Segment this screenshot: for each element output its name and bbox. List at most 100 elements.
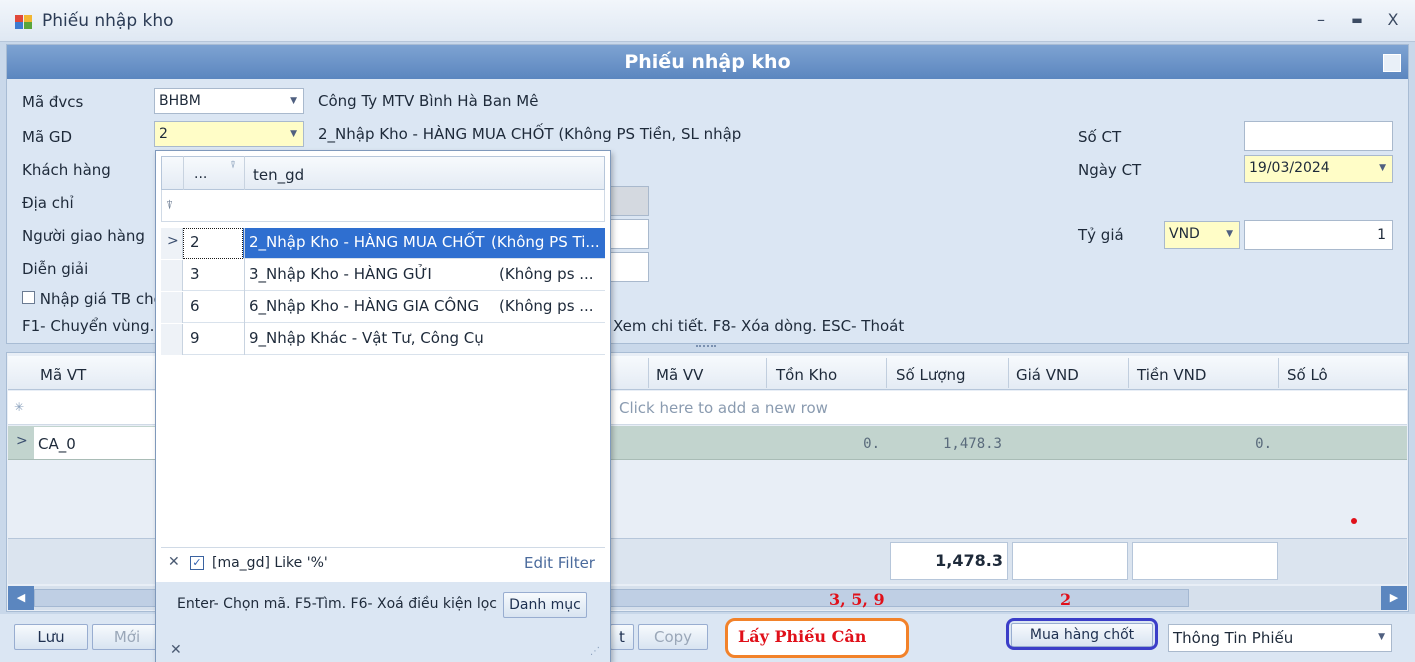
red-dot-mark: [1351, 518, 1357, 524]
dropdown-hint: Enter- Chọn mã. F5-Tìm. F6- Xoá điều kiệ…: [177, 596, 497, 612]
col-divider: [648, 358, 649, 388]
maximize-button[interactable]: ▬: [1342, 8, 1372, 32]
chevron-down-icon: ▼: [1379, 163, 1386, 173]
thong-tin-phieu-value: Thông Tin Phiếu: [1173, 629, 1294, 647]
scroll-right-icon[interactable]: ▶: [1381, 586, 1407, 610]
col-so-luong[interactable]: Số Lượng: [896, 366, 966, 384]
chevron-down-icon: ▼: [1226, 229, 1233, 239]
dropdown-col-name[interactable]: ten_gd: [253, 166, 304, 184]
total-gia-vnd: [1012, 542, 1128, 580]
ma-vt-value: CA_0: [38, 435, 76, 453]
col-divider: [886, 358, 887, 388]
resize-grip-icon[interactable]: ⋰: [590, 646, 600, 657]
hotkeys-left: F1- Chuyển vùng.: [22, 317, 155, 335]
lay-phieu-can-button[interactable]: Lấy Phiếu Cân: [738, 627, 866, 646]
col-divider: [1278, 358, 1279, 388]
chevron-down-icon: ▼: [1378, 632, 1385, 642]
chevron-down-icon: ▼: [290, 129, 297, 139]
ma-gd-label: Mã GD: [22, 128, 73, 146]
dropdown-item-3[interactable]: 3 3_Nhập Kho - HÀNG GỬI (Không ps ...: [183, 260, 605, 291]
splitter-handle[interactable]: [696, 345, 716, 349]
copy-button[interactable]: Copy: [638, 624, 708, 650]
ma-dvcs-combo[interactable]: BHBM ▼: [154, 88, 304, 114]
new-row-icon: ✳: [14, 400, 25, 414]
minimize-button[interactable]: –: [1306, 8, 1336, 32]
nhap-gia-checkbox[interactable]: [22, 291, 35, 304]
currency-value: VND: [1169, 226, 1200, 242]
filter-checkbox[interactable]: ✓: [190, 556, 204, 570]
dropdown-filter-row[interactable]: [161, 190, 605, 222]
new-button[interactable]: Mới: [92, 624, 162, 650]
app-icon: [15, 15, 32, 29]
ma-gd-desc: 2_Nhập Kho - HÀNG MUA CHỐT (Không PS Tiề…: [318, 125, 742, 143]
code-text: 6: [190, 297, 200, 315]
dropdown-item-9[interactable]: 9 9_Nhập Khác - Vật Tư, Công Cụ: [183, 324, 605, 355]
ngay-ct-combo[interactable]: 19/03/2024 ▼: [1244, 155, 1393, 183]
hotkeys-right: Xem chi tiết. F8- Xóa dòng. ESC- Thoát: [613, 317, 905, 335]
code-text: 3: [190, 265, 200, 283]
col-so-lo[interactable]: Số Lô: [1287, 366, 1328, 384]
dien-giai-label: Diễn giải: [22, 260, 89, 278]
nhap-gia-checkbox-row[interactable]: Nhập giá TB cho: [22, 290, 163, 308]
thong-tin-phieu-combo[interactable]: Thông Tin Phiếu ▼: [1168, 624, 1392, 652]
so-luong-value: 1,478.3: [942, 436, 1002, 452]
danh-muc-button[interactable]: Danh mục: [503, 592, 587, 618]
dropdown-header: [161, 156, 605, 190]
funnel-icon: ⍒: [166, 198, 174, 212]
close-button[interactable]: X: [1378, 8, 1408, 32]
col-divider: [1128, 358, 1129, 388]
nguoi-giao-hang-label: Người giao hàng: [22, 227, 145, 245]
filter-icon[interactable]: ⍒: [230, 160, 236, 171]
filter-text: [ma_gd] Like '%': [212, 555, 328, 571]
ngay-ct-label: Ngày CT: [1078, 161, 1142, 179]
ton-kho-value: 0.: [863, 436, 880, 452]
row-indicator: [161, 292, 183, 323]
name-text: 2_Nhập Kho - HÀNG MUA CHỐT: [249, 233, 485, 251]
form-header: Phiếu nhập kho: [7, 45, 1408, 79]
col-ton-kho[interactable]: Tồn Kho: [776, 366, 837, 384]
new-row-hint[interactable]: Click here to add a new row: [619, 399, 828, 417]
annotation-left: 3, 5, 9: [829, 590, 885, 609]
so-ct-input[interactable]: [1244, 121, 1393, 151]
window-title: Phiếu nhập kho: [42, 11, 174, 31]
total-so-luong: 1,478.3: [890, 542, 1008, 580]
dropdown-col-code[interactable]: ...: [194, 166, 207, 182]
panel-toggle-icon[interactable]: [1383, 54, 1401, 72]
chevron-down-icon: ▼: [290, 96, 297, 106]
col-tien-vnd[interactable]: Tiền VND: [1137, 366, 1206, 384]
so-ct-label: Số CT: [1078, 128, 1122, 146]
row-indicator: [161, 324, 183, 355]
tien-vnd-value: 0.: [1255, 436, 1272, 452]
annotation-right: 2: [1060, 590, 1072, 609]
title-bar: [0, 0, 1415, 42]
dropdown-item-2[interactable]: 2 2_Nhập Kho - HÀNG MUA CHỐT (Không PS T…: [183, 228, 605, 259]
col-ma-vt[interactable]: Mã VT: [40, 366, 86, 384]
ma-dvcs-value: BHBM: [159, 93, 201, 109]
currency-combo[interactable]: VND ▼: [1164, 221, 1240, 249]
col-divider: [766, 358, 767, 388]
dropdown-item-6[interactable]: 6 6_Nhập Kho - HÀNG GIA CÔNG (Không ps .…: [183, 292, 605, 323]
rate-input[interactable]: 1: [1244, 220, 1393, 250]
dia-chi-label: Địa chỉ: [22, 194, 74, 212]
col-ma-vv[interactable]: Mã VV: [656, 366, 703, 384]
dien-giai-input[interactable]: [605, 252, 649, 282]
note-text: (Không PS Ti...: [491, 233, 600, 251]
scroll-left-icon[interactable]: ◀: [8, 586, 34, 610]
clear-filter-icon[interactable]: ✕: [168, 554, 180, 570]
ma-gd-value: 2: [159, 126, 168, 142]
nguoi-giao-hang-input[interactable]: [605, 219, 649, 249]
row-indicator: [161, 260, 183, 291]
ty-gia-label: Tỷ giá: [1078, 226, 1124, 244]
partial-button[interactable]: t: [610, 624, 634, 650]
col-gia-vnd[interactable]: Giá VND: [1016, 366, 1079, 384]
dia-chi-input[interactable]: [605, 186, 649, 216]
ma-gd-combo[interactable]: 2 ▼: [154, 121, 304, 147]
note-text: (Không ps ...: [499, 265, 594, 283]
code-text: 2: [190, 233, 200, 251]
close-dropdown-icon[interactable]: ✕: [170, 642, 182, 658]
name-text: 6_Nhập Kho - HÀNG GIA CÔNG: [249, 297, 480, 315]
code-text: 9: [190, 329, 200, 347]
edit-filter-link[interactable]: Edit Filter: [524, 554, 595, 572]
save-button[interactable]: Lưu: [14, 624, 88, 650]
row-indicator-icon: >: [16, 433, 28, 449]
